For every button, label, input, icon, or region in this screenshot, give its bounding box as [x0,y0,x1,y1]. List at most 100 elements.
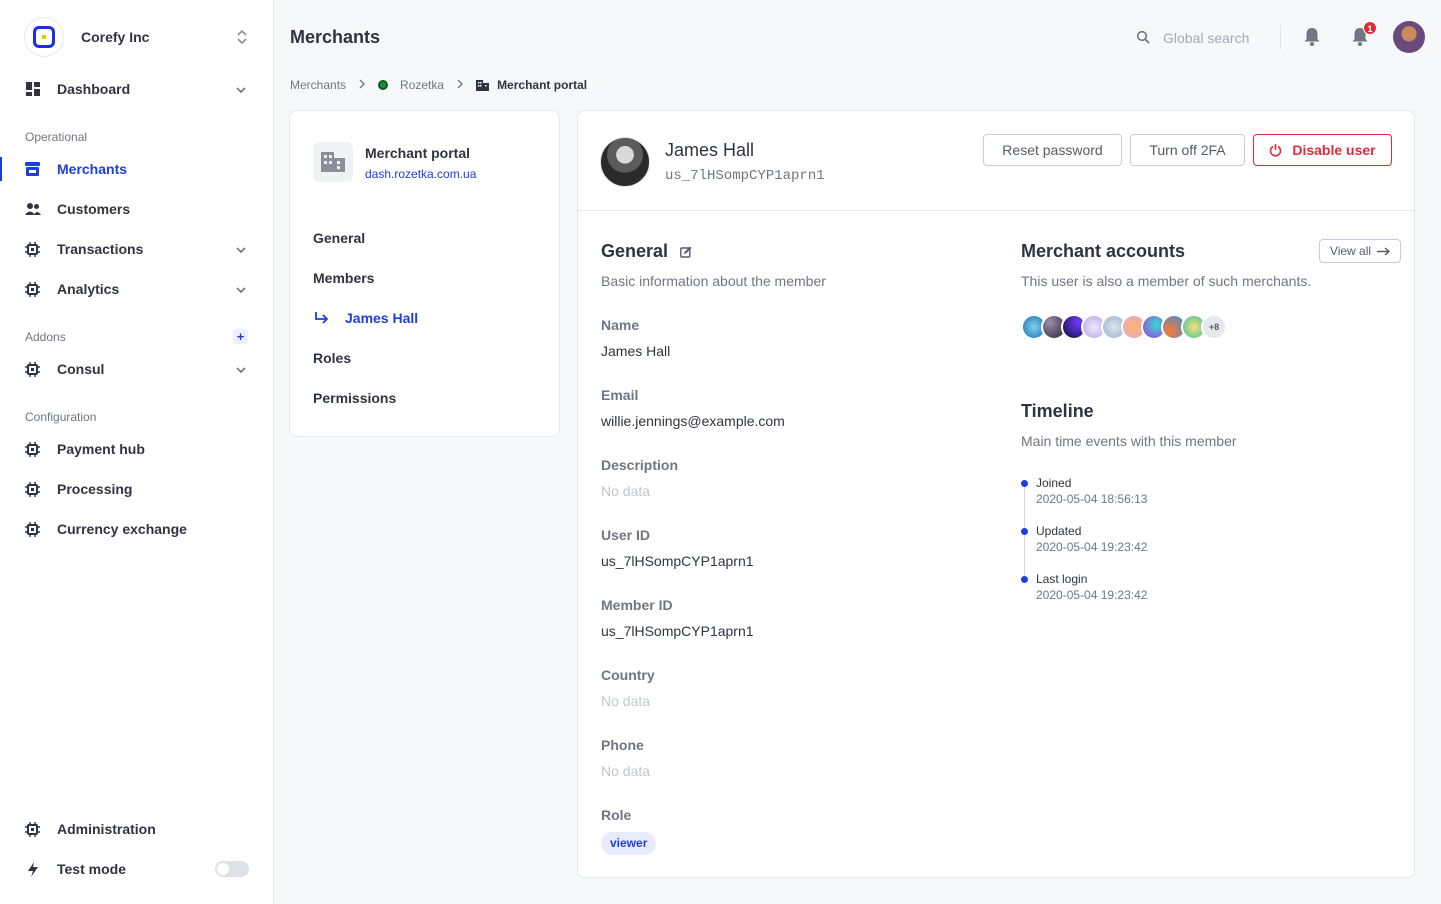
breadcrumb: Merchants Rozetka Merchant portal [290,78,587,92]
add-addon-button[interactable]: + [233,329,248,344]
users-icon [24,201,41,218]
timeline-dot [1021,480,1028,487]
search-placeholder: Global search [1163,30,1250,46]
test-mode-toggle[interactable] [215,861,249,877]
field-value-member-id: us_7lHSompCYP1aprn1 [601,623,754,639]
org-name: Corefy Inc [81,29,150,45]
timeline-title: Timeline [1021,401,1094,421]
nav-customers[interactable]: Customers [0,193,273,225]
chevron-updown-icon [236,29,248,45]
portal-url-link[interactable]: dash.rozetka.com.ua [365,167,476,181]
timeline-dot [1021,528,1028,535]
merchant-accounts-subtitle: This user is also a member of such merch… [1021,273,1312,289]
nav-label: Test mode [57,861,126,877]
page-title: Merchants [290,27,381,47]
breadcrumb-rozetka[interactable]: Rozetka [400,78,444,92]
reset-password-button[interactable]: Reset password [983,134,1122,166]
nav-transactions[interactable]: Transactions [0,233,273,265]
store-icon [24,161,41,178]
field-value-name: James Hall [601,343,671,359]
nav-currency-exchange[interactable]: Currency exchange [0,513,273,545]
bell-icon[interactable] [1303,27,1321,51]
timeline-event-label: Updated [1036,524,1082,538]
disable-user-button[interactable]: Disable user [1253,134,1392,166]
timeline-event-label: Last login [1036,572,1088,586]
current-user-avatar[interactable] [1393,21,1425,53]
field-value-user-id: us_7lHSompCYP1aprn1 [601,553,754,569]
field-value-email: willie.jennings@example.com [601,413,785,429]
section-configuration: Configuration [25,410,97,424]
nav-consul[interactable]: Consul [0,353,273,385]
chevron-right-icon [456,78,464,92]
user-avatar [600,137,650,187]
building-icon [476,79,490,91]
dashboard-icon [24,81,41,98]
menu-roles[interactable]: Roles [313,350,351,366]
field-label: Country [601,667,655,683]
menu-james-hall[interactable]: James Hall [345,310,418,326]
org-switcher[interactable]: Corefy Inc [24,17,250,57]
org-logo [24,17,64,57]
chip-icon [24,441,41,458]
nav-analytics[interactable]: Analytics [0,273,273,305]
timeline-event-date: 2020-05-04 19:23:42 [1036,540,1148,554]
turn-off-2fa-button[interactable]: Turn off 2FA [1130,134,1245,166]
chevron-down-icon [235,363,247,379]
nav-label: Administration [57,821,156,837]
timeline-event-date: 2020-05-04 18:56:13 [1036,492,1148,506]
role-badge: viewer [601,832,657,855]
general-title: General [601,241,669,261]
view-all-label: View all [1329,244,1372,258]
nav-merchants[interactable]: Merchants [0,153,273,185]
general-subtitle: Basic information about the member [601,273,826,289]
section-operational: Operational [25,130,88,144]
nav-processing[interactable]: Processing [0,473,273,505]
chevron-right-icon [358,78,366,92]
field-label: Description [601,457,679,473]
timeline-dot [1021,576,1028,583]
nav-label: Processing [57,481,133,497]
field-label: User ID [601,527,651,543]
field-label: Name [601,317,640,333]
header-divider [1280,25,1281,49]
portal-nav-card: Merchant portal dash.rozetka.com.ua Gene… [289,110,560,437]
more-merchants-badge[interactable]: +8 [1201,314,1227,340]
user-name: James Hall [665,140,755,160]
chevron-down-icon [235,283,247,299]
global-search[interactable]: Global search [1136,28,1249,48]
search-icon [1136,30,1150,47]
breadcrumb-merchants[interactable]: Merchants [290,78,346,92]
nav-administration[interactable]: Administration [0,813,273,845]
lightning-icon [24,861,41,878]
chip-icon [24,281,41,298]
nav-label: Currency exchange [57,521,187,537]
edit-icon[interactable] [680,245,692,263]
field-label: Member ID [601,597,673,613]
nav-label: Consul [57,361,105,377]
chip-icon [24,521,41,538]
view-all-button[interactable]: View all [1319,239,1401,263]
header-divider [578,210,1414,211]
menu-members[interactable]: Members [313,270,374,286]
chip-icon [24,481,41,498]
breadcrumb-current: Merchant portal [497,78,588,92]
chevron-down-icon [235,243,247,259]
nav-payment-hub[interactable]: Payment hub [0,433,273,465]
sub-item-arrow-icon [314,311,329,329]
nav-label: Payment hub [57,441,145,457]
nav-dashboard[interactable]: Dashboard [0,73,273,105]
field-value-description: No data [601,483,651,499]
portal-name: Merchant portal [365,145,471,161]
section-addons: Addons [25,330,66,344]
member-detail-card: James Hall us_7lHSompCYP1aprn1 Reset pas… [577,110,1415,878]
menu-permissions[interactable]: Permissions [313,390,396,406]
menu-general[interactable]: General [313,230,365,246]
field-label: Email [601,387,639,403]
field-label: Role [601,807,632,823]
field-label: Phone [601,737,644,753]
power-icon [1269,143,1282,157]
nav-label: Transactions [57,241,144,257]
merchant-logo [378,80,389,90]
timeline-subtitle: Main time events with this member [1021,433,1237,449]
nav-label: Dashboard [57,81,131,97]
